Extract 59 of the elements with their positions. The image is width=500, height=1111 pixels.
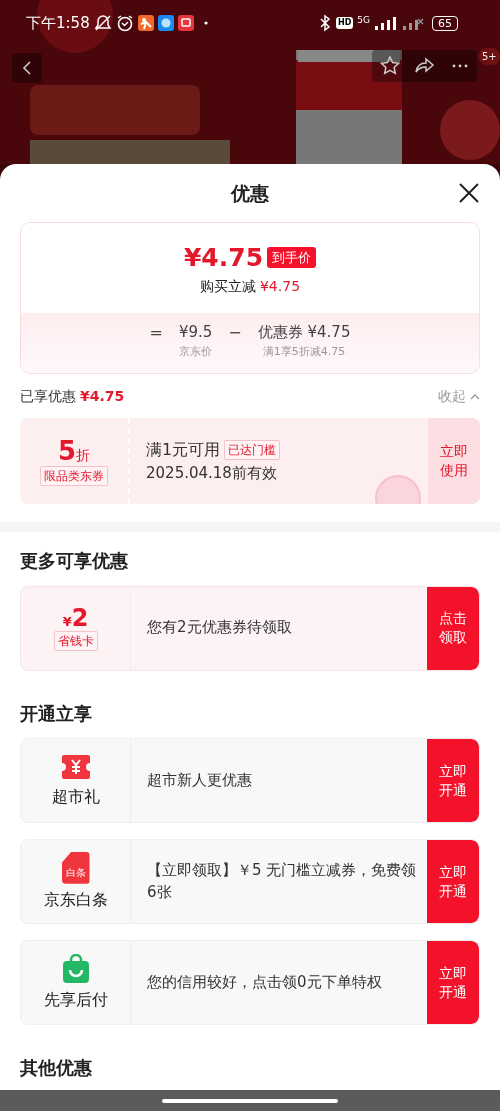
network-label: 5G — [357, 16, 370, 25]
signal-icon — [374, 15, 398, 31]
ticket-icon — [59, 752, 92, 781]
home-indicator[interactable] — [162, 1098, 338, 1103]
coupon-status: 已达门槛 — [224, 439, 281, 460]
coupon-price: 优惠券 ¥4.75 — [257, 322, 351, 343]
offer-tag: 省钱卡 — [53, 631, 98, 652]
chevron-up-icon — [470, 392, 480, 400]
alarm-icon — [115, 14, 134, 32]
battery-level: 65 — [432, 15, 458, 31]
discount-unit: 折 — [76, 446, 91, 465]
back-icon — [22, 60, 32, 76]
minus-sign: − — [228, 322, 242, 344]
close-icon — [458, 182, 480, 204]
discount-value: 5 — [57, 436, 77, 466]
section-title: 更多可享优惠 — [20, 549, 129, 573]
sheet-title: 优惠 — [231, 180, 269, 206]
coupon-title: 满1元可用 — [146, 438, 221, 461]
applied-amount: ¥4.75 — [80, 386, 125, 406]
offer-value: 2 — [71, 604, 89, 632]
claim-button[interactable]: 点击领取 — [427, 586, 479, 670]
offer-text: 【立即领取】￥5 无门槛立减券，免费领6张 — [146, 859, 418, 903]
offer-text: 您有2元优惠券待领取 — [146, 617, 293, 639]
reduction-label: 购买立减 — [199, 277, 256, 297]
coupon-tag: 限品类东券 — [40, 465, 108, 486]
applied-label: 已享优惠 — [20, 386, 76, 406]
final-price-tag: 到手价 — [267, 246, 317, 269]
base-price: ¥9.5 — [178, 322, 213, 343]
coupon-note: 满1享5折减4.75 — [262, 343, 346, 360]
use-coupon-button[interactable]: 立即使用 — [428, 418, 480, 504]
equals-sign: = — [149, 322, 163, 344]
coupon-validity: 2025.04.18前有效 — [146, 462, 278, 484]
section-title: 其他优惠 — [20, 1056, 93, 1081]
activate-button[interactable]: 立即开通 — [427, 941, 479, 1025]
offer-text: 超市新人更优惠 — [146, 769, 253, 791]
star-icon — [378, 55, 401, 77]
offer-text: 您的信用较好，点击领0元下单特权 — [146, 971, 383, 993]
bluetooth-icon — [317, 14, 332, 32]
base-price-label: 京东价 — [179, 343, 213, 360]
bell-off-icon — [93, 14, 112, 32]
service-name: 超市礼 — [51, 785, 100, 808]
collapse-toggle[interactable]: 收起 — [438, 385, 480, 407]
service-name: 京东白条 — [43, 888, 108, 911]
currency-sign: ¥ — [62, 613, 72, 631]
section-title: 开通立享 — [20, 701, 93, 726]
back-button[interactable] — [12, 53, 42, 83]
more-icon — [451, 64, 468, 68]
document-icon: 白条 — [61, 851, 90, 884]
close-button[interactable] — [458, 182, 480, 204]
notification-badge: 5+ — [479, 48, 500, 65]
status-time: 下午1:58 — [26, 12, 90, 34]
shopping-bag-icon — [61, 953, 90, 984]
stamp-icon — [374, 474, 422, 504]
activate-button[interactable]: 立即开通 — [427, 840, 479, 924]
service-name: 先享后付 — [43, 988, 108, 1011]
reduction-amount: ¥4.75 — [259, 277, 301, 297]
final-price: ¥4.75 — [183, 241, 264, 274]
activate-button[interactable]: 立即开通 — [427, 739, 479, 823]
notification-dot-icon — [203, 21, 208, 25]
